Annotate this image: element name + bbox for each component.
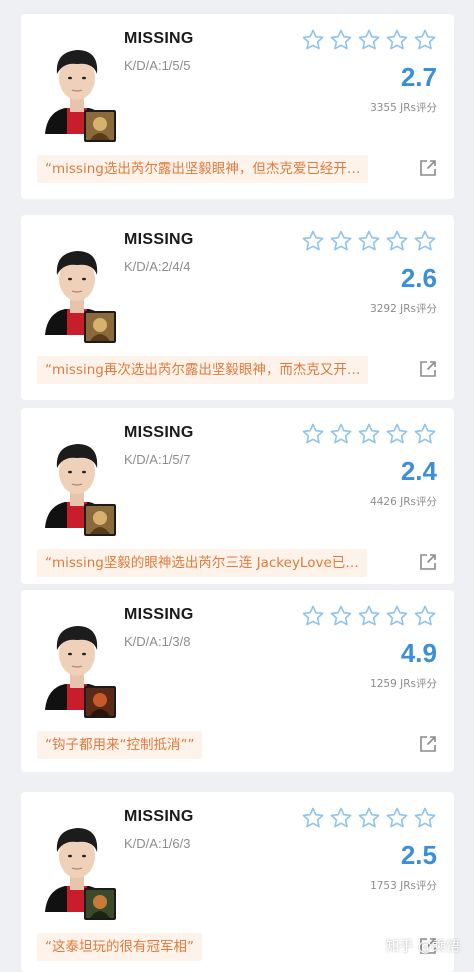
- star-outline-icon[interactable]: [385, 806, 409, 830]
- average-score: 2.7: [400, 62, 437, 92]
- star-outline-icon[interactable]: [301, 229, 325, 253]
- player-name: MISSING: [124, 231, 194, 248]
- player-name: MISSING: [124, 606, 194, 623]
- external-link-icon[interactable]: [419, 360, 437, 378]
- star-outline-icon[interactable]: [301, 604, 325, 628]
- star-outline-icon[interactable]: [329, 806, 353, 830]
- rating-count: 1753 JRs评分: [370, 880, 437, 892]
- champion-portrait-icon: [84, 504, 116, 536]
- star-outline-icon[interactable]: [413, 806, 437, 830]
- top-comment[interactable]: “missing坚毅的眼神选出芮尔三连 JackeyLove已…: [37, 549, 367, 577]
- star-outline-icon[interactable]: [413, 28, 437, 52]
- kda-stat: K/D/A:1/3/8: [124, 634, 191, 649]
- champion-portrait-icon: [84, 110, 116, 142]
- external-link-icon[interactable]: [419, 553, 437, 571]
- star-outline-icon[interactable]: [301, 422, 325, 446]
- star-rating[interactable]: [301, 422, 437, 446]
- champion-portrait-icon: [84, 686, 116, 718]
- average-score: 4.9: [400, 638, 437, 668]
- star-outline-icon[interactable]: [329, 229, 353, 253]
- rating-count: 1259 JRs评分: [370, 678, 437, 690]
- star-outline-icon[interactable]: [357, 28, 381, 52]
- star-outline-icon[interactable]: [385, 422, 409, 446]
- rating-count: 4426 JRs评分: [370, 496, 437, 508]
- top-comment[interactable]: “钩子都用来“控制抵消””: [37, 731, 203, 759]
- star-outline-icon[interactable]: [385, 229, 409, 253]
- star-rating[interactable]: [301, 604, 437, 628]
- player-rating-card[interactable]: MISSING K/D/A:1/5/5 2.7 3355 JRs评分 “miss…: [21, 14, 454, 199]
- star-outline-icon[interactable]: [357, 422, 381, 446]
- champion-portrait-icon: [84, 311, 116, 343]
- watermark: 知乎 @乘悟: [385, 939, 460, 955]
- external-link-icon[interactable]: [419, 159, 437, 177]
- top-comment[interactable]: “这泰坦玩的很有冠军相”: [37, 933, 202, 961]
- star-rating[interactable]: [301, 28, 437, 52]
- player-rating-card[interactable]: MISSING K/D/A:2/4/4 2.6 3292 JRs评分 “miss…: [21, 215, 454, 400]
- player-name: MISSING: [124, 424, 194, 441]
- star-outline-icon[interactable]: [329, 422, 353, 446]
- player-name: MISSING: [124, 808, 194, 825]
- rating-count: 3292 JRs评分: [370, 303, 437, 315]
- star-outline-icon[interactable]: [357, 604, 381, 628]
- star-outline-icon[interactable]: [301, 806, 325, 830]
- star-outline-icon[interactable]: [413, 422, 437, 446]
- kda-stat: K/D/A:2/4/4: [124, 259, 191, 274]
- top-comment[interactable]: “missing选出芮尔露出坚毅眼神，但杰克爱已经开…: [37, 155, 369, 183]
- star-outline-icon[interactable]: [357, 806, 381, 830]
- player-name: MISSING: [124, 30, 194, 47]
- average-score: 2.5: [400, 840, 437, 870]
- player-rating-card[interactable]: MISSING K/D/A:1/5/7 2.4 4426 JRs评分 “miss…: [21, 408, 454, 584]
- star-outline-icon[interactable]: [385, 28, 409, 52]
- player-rating-card[interactable]: MISSING K/D/A:1/3/8 4.9 1259 JRs评分 “钩子都用…: [21, 590, 454, 772]
- star-outline-icon[interactable]: [385, 604, 409, 628]
- star-outline-icon[interactable]: [413, 604, 437, 628]
- kda-stat: K/D/A:1/5/7: [124, 452, 191, 467]
- star-outline-icon[interactable]: [413, 229, 437, 253]
- external-link-icon[interactable]: [419, 735, 437, 753]
- star-rating[interactable]: [301, 229, 437, 253]
- average-score: 2.4: [400, 456, 437, 486]
- top-comment[interactable]: “missing再次选出芮尔露出坚毅眼神，而杰克又开…: [37, 356, 369, 384]
- kda-stat: K/D/A:1/5/5: [124, 58, 191, 73]
- star-outline-icon[interactable]: [301, 28, 325, 52]
- star-outline-icon[interactable]: [357, 229, 381, 253]
- champion-portrait-icon: [84, 888, 116, 920]
- rating-count: 3355 JRs评分: [370, 102, 437, 114]
- kda-stat: K/D/A:1/6/3: [124, 836, 191, 851]
- average-score: 2.6: [400, 263, 437, 293]
- star-rating[interactable]: [301, 806, 437, 830]
- star-outline-icon[interactable]: [329, 604, 353, 628]
- star-outline-icon[interactable]: [329, 28, 353, 52]
